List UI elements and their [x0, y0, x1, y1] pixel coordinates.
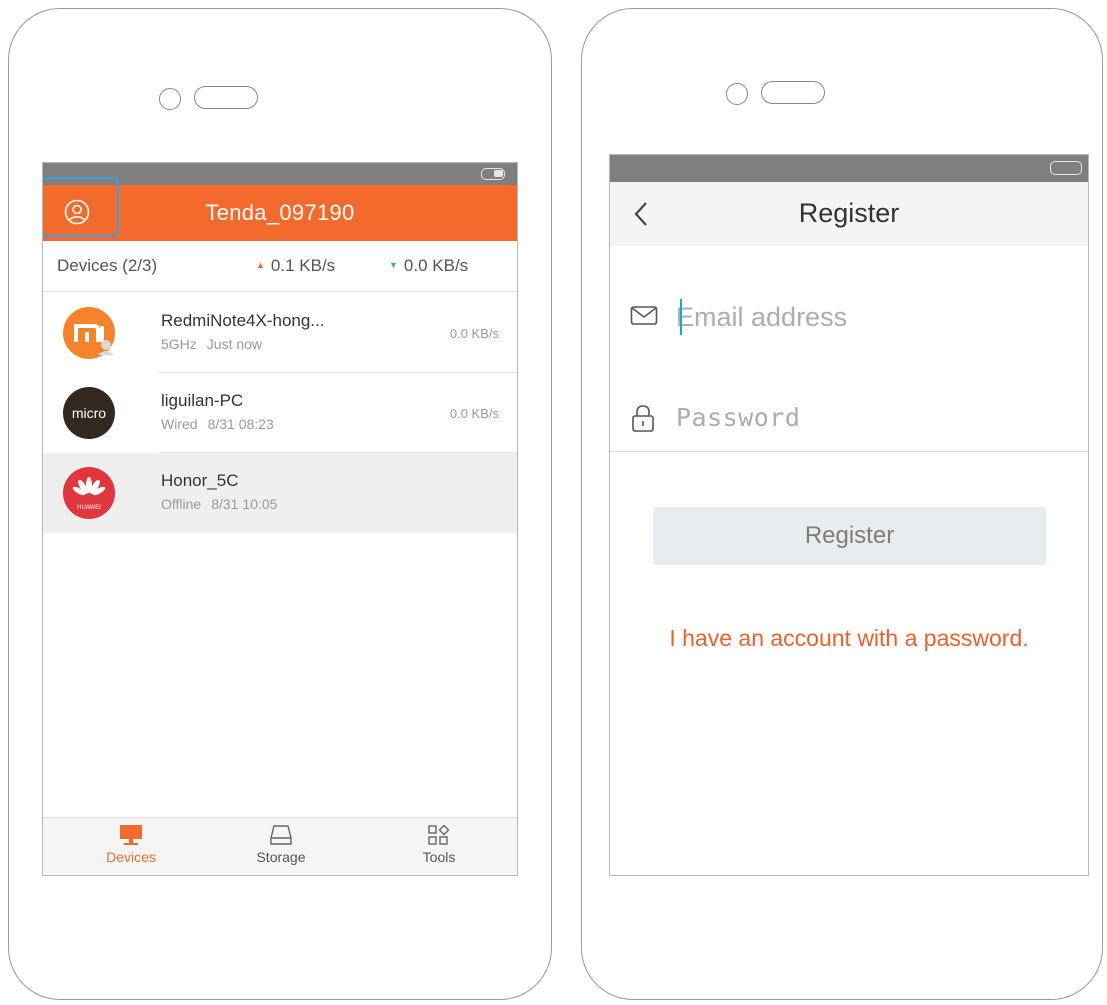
- lock-icon: [632, 405, 654, 432]
- huawei-petals-icon: HUAWEI: [72, 477, 106, 511]
- mi-logo-icon: [74, 324, 114, 355]
- app-header: Tenda_097190: [43, 177, 517, 241]
- register-button[interactable]: Register: [653, 507, 1046, 565]
- router-app-screen: Tenda_097190 Devices (2/3) ▲ 0.1 KB/s ▼ 0.…: [42, 162, 518, 876]
- device-name: Honor_5C: [161, 471, 239, 490]
- email-input[interactable]: [676, 295, 1056, 339]
- register-screen: Register Register I have an account with…: [609, 154, 1089, 876]
- battery-icon: [1050, 161, 1082, 175]
- svg-text:HUAWEI: HUAWEI: [77, 505, 101, 511]
- tab-tools[interactable]: Tools: [379, 824, 499, 865]
- page-title: Register: [798, 198, 900, 228]
- password-field: [610, 383, 1088, 453]
- text-cursor: [680, 299, 682, 335]
- register-header: Register: [610, 182, 1088, 246]
- microsoft-logo-icon: micro: [63, 387, 115, 439]
- front-camera: [726, 83, 748, 105]
- email-field: [610, 283, 1088, 353]
- devices-summary-bar: Devices (2/3) ▲ 0.1 KB/s ▼ 0.0 KB/s: [43, 241, 517, 292]
- device-name: liguilan-PC: [161, 391, 244, 410]
- status-bar: [610, 155, 1088, 182]
- grid-icon: [428, 824, 450, 845]
- device-row[interactable]: RedmiNote4X-hong... 5GHz Just now 0.0 KB/…: [43, 293, 517, 373]
- tab-devices[interactable]: Devices: [71, 824, 191, 865]
- upload-arrow-icon: ▲: [256, 260, 265, 270]
- device-meta: Offline 8/31 10:05: [161, 496, 278, 512]
- tab-storage[interactable]: Storage: [221, 824, 341, 865]
- divider: [610, 451, 1088, 452]
- device-meta: Wired 8/31 08:23: [161, 416, 274, 432]
- password-input[interactable]: [676, 395, 1056, 439]
- envelope-icon: [630, 306, 658, 325]
- download-rate: ▼ 0.0 KB/s: [389, 256, 469, 275]
- network-name: Tenda_097190: [205, 200, 355, 225]
- disk-icon: [270, 825, 292, 845]
- huawei-logo-icon: HUAWEI: [63, 467, 115, 519]
- upload-rate: ▲ 0.1 KB/s: [256, 256, 336, 275]
- device-row[interactable]: HUAWEI Honor_5C Offline 8/31 10:05: [43, 453, 517, 533]
- device-name: RedmiNote4X-hong...: [161, 311, 325, 330]
- download-arrow-icon: ▼: [389, 260, 398, 270]
- earpiece-speaker: [194, 86, 258, 109]
- bottom-tab-bar: Devices Storage Tools: [43, 817, 517, 875]
- existing-account-link[interactable]: I have an account with a password.: [610, 625, 1088, 652]
- device-meta: 5GHz Just now: [161, 336, 263, 352]
- earpiece-speaker: [761, 81, 825, 104]
- device-speed: 0.0 KB/s: [449, 326, 499, 341]
- battery-icon: [481, 168, 505, 180]
- device-row[interactable]: micro liguilan-PC Wired 8/31 08:23 0.0 KB…: [43, 373, 517, 453]
- devices-count: Devices (2/3): [57, 256, 158, 275]
- mi-logo-icon: [63, 307, 115, 359]
- monitor-icon: [120, 825, 142, 845]
- front-camera: [159, 88, 181, 110]
- device-speed: 0.0 KB/s: [449, 406, 499, 421]
